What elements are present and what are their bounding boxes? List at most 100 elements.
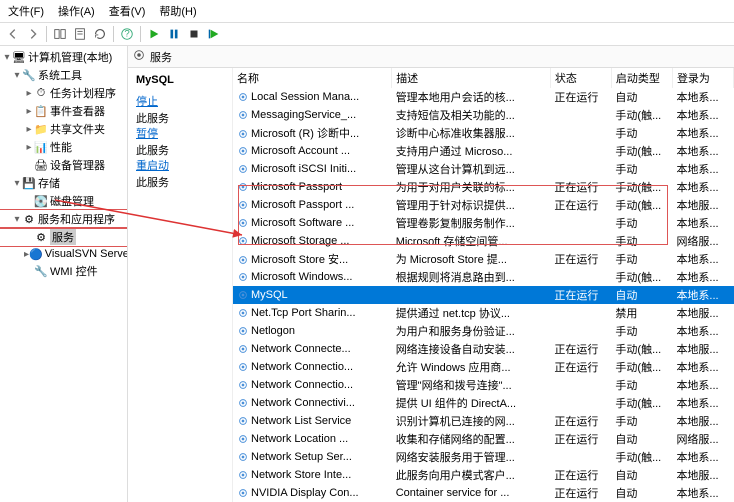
tree-systools[interactable]: ▾🔧系统工具 bbox=[0, 66, 127, 84]
tree-services[interactable]: ⚙服务 bbox=[0, 228, 127, 246]
gear-icon bbox=[237, 128, 249, 140]
col-status[interactable]: 状态 bbox=[550, 68, 611, 88]
tree-wmi[interactable]: 🔧WMI 控件 bbox=[0, 262, 127, 280]
perf-icon: 📊 bbox=[34, 140, 48, 154]
properties-button[interactable] bbox=[71, 25, 89, 43]
folder-icon: 📁 bbox=[34, 122, 48, 136]
menu-action[interactable]: 操作(A) bbox=[58, 3, 95, 19]
menu-view[interactable]: 查看(V) bbox=[109, 3, 146, 19]
services-icon bbox=[132, 48, 146, 65]
table-row[interactable]: Network Connectivi...提供 UI 组件的 DirectA..… bbox=[233, 394, 734, 412]
gear-icon: ⚙ bbox=[22, 212, 36, 226]
table-row[interactable]: NVIDIA Display Con...Container service f… bbox=[233, 484, 734, 502]
menu-file[interactable]: 文件(F) bbox=[8, 3, 44, 19]
tree-devmgr[interactable]: 🖨设备管理器 bbox=[0, 156, 127, 174]
forward-button[interactable] bbox=[24, 25, 42, 43]
event-icon: 📋 bbox=[34, 104, 48, 118]
storage-icon: 💾 bbox=[22, 176, 36, 190]
tree-root[interactable]: ▾🖥计算机管理(本地) bbox=[0, 48, 127, 66]
help-button[interactable]: ? bbox=[118, 25, 136, 43]
pause-link[interactable]: 暂停 bbox=[136, 126, 224, 142]
gear-icon bbox=[237, 145, 249, 157]
table-row[interactable]: Network Connectio...管理"网络和拨号连接"...手动本地系.… bbox=[233, 376, 734, 394]
gear-icon bbox=[237, 163, 249, 175]
gear-icon bbox=[237, 289, 249, 301]
table-row[interactable]: MySQL正在运行自动本地系... bbox=[233, 286, 734, 304]
gear-icon bbox=[237, 361, 249, 373]
tree-servicesapps[interactable]: ▾⚙服务和应用程序 bbox=[0, 210, 127, 228]
toolbar: ? bbox=[0, 23, 734, 46]
start-button[interactable] bbox=[145, 25, 163, 43]
gear-icon bbox=[237, 91, 249, 103]
gear-icon bbox=[237, 451, 249, 463]
stop-button[interactable] bbox=[185, 25, 203, 43]
gear-icon bbox=[237, 307, 249, 319]
gear-icon bbox=[237, 235, 249, 247]
services-table[interactable]: 名称 描述 状态 启动类型 登录为 Local Session Mana...管… bbox=[233, 68, 734, 502]
gear-icon bbox=[237, 109, 249, 121]
menu-help[interactable]: 帮助(H) bbox=[159, 3, 196, 19]
device-icon: 🖨 bbox=[34, 158, 48, 172]
gear-icon bbox=[237, 271, 249, 283]
table-row[interactable]: Net.Tcp Port Sharin...提供通过 net.tcp 协议...… bbox=[233, 304, 734, 322]
gear-icon bbox=[237, 199, 249, 211]
gear-icon bbox=[237, 325, 249, 337]
table-row[interactable]: Microsoft Windows...根据规则将消息路由到...手动(触...… bbox=[233, 268, 734, 286]
computer-icon: 🖥 bbox=[12, 50, 26, 64]
selected-service-name: MySQL bbox=[136, 74, 224, 86]
disk-icon: 💽 bbox=[34, 194, 48, 208]
gear-icon bbox=[237, 181, 249, 193]
table-row[interactable]: MessagingService_...支持短信及相关功能的...手动(触...… bbox=[233, 106, 734, 124]
gear-icon bbox=[237, 343, 249, 355]
tree-scheduler[interactable]: ▸⏱任务计划程序 bbox=[0, 84, 127, 102]
gear-icon bbox=[237, 217, 249, 229]
gear-icon bbox=[237, 415, 249, 427]
table-row[interactable]: Microsoft Software ...管理卷影复制服务制作...手动本地系… bbox=[233, 214, 734, 232]
tree-diskmgmt[interactable]: 💽磁盘管理 bbox=[0, 192, 127, 210]
navigation-tree: ▾🖥计算机管理(本地) ▾🔧系统工具 ▸⏱任务计划程序 ▸📋事件查看器 ▸📁共享… bbox=[0, 46, 128, 502]
tools-icon: 🔧 bbox=[22, 68, 36, 82]
tree-storage[interactable]: ▾💾存储 bbox=[0, 174, 127, 192]
table-row[interactable]: Network Store Inte...此服务向用户模式客户...正在运行自动… bbox=[233, 466, 734, 484]
col-desc[interactable]: 描述 bbox=[392, 68, 551, 88]
col-startup[interactable]: 启动类型 bbox=[611, 68, 672, 88]
svn-icon: 🔵 bbox=[29, 247, 43, 261]
table-row[interactable]: Microsoft Storage ...Microsoft 存储空间管...手… bbox=[233, 232, 734, 250]
restart-link[interactable]: 重启动 bbox=[136, 158, 224, 174]
content-title: 服务 bbox=[150, 49, 172, 65]
table-row[interactable]: Network Location ...收集和存储网络的配置...正在运行自动网… bbox=[233, 430, 734, 448]
stop-link[interactable]: 停止 bbox=[136, 94, 224, 110]
tree-visualsvn[interactable]: ▸🔵VisualSVN Server bbox=[0, 246, 127, 262]
table-row[interactable]: Network List Service识别计算机已连接的网...正在运行手动本… bbox=[233, 412, 734, 430]
menu-bar: 文件(F) 操作(A) 查看(V) 帮助(H) bbox=[0, 0, 734, 23]
tree-sharedfolders[interactable]: ▸📁共享文件夹 bbox=[0, 120, 127, 138]
gear-icon bbox=[237, 487, 249, 499]
table-row[interactable]: Network Connecte...网络连接设备自动安装...正在运行手动(触… bbox=[233, 340, 734, 358]
tree-performance[interactable]: ▸📊性能 bbox=[0, 138, 127, 156]
table-row[interactable]: Netlogon为用户和服务身份验证...手动本地系... bbox=[233, 322, 734, 340]
clock-icon: ⏱ bbox=[34, 86, 48, 100]
table-row[interactable]: Microsoft iSCSI Initi...管理从这台计算机到远...手动本… bbox=[233, 160, 734, 178]
restart-button[interactable] bbox=[205, 25, 223, 43]
table-row[interactable]: Microsoft (R) 诊断中...诊断中心标准收集器服...手动本地系..… bbox=[233, 124, 734, 142]
table-row[interactable]: Microsoft Passport ...管理用于针对标识提供...正在运行手… bbox=[233, 196, 734, 214]
pause-button[interactable] bbox=[165, 25, 183, 43]
table-row[interactable]: Network Connectio...允许 Windows 应用商...正在运… bbox=[233, 358, 734, 376]
show-hide-button[interactable] bbox=[51, 25, 69, 43]
services-icon: ⚙ bbox=[34, 230, 48, 244]
table-row[interactable]: Microsoft Store 安...为 Microsoft Store 提.… bbox=[233, 250, 734, 268]
col-name[interactable]: 名称 bbox=[233, 68, 392, 88]
table-row[interactable]: Network Setup Ser...网络安装服务用于管理...手动(触...… bbox=[233, 448, 734, 466]
svg-text:?: ? bbox=[124, 29, 129, 40]
gear-icon bbox=[237, 433, 249, 445]
gear-icon bbox=[237, 379, 249, 391]
table-row[interactable]: Local Session Mana...管理本地用户会话的核...正在运行自动… bbox=[233, 88, 734, 106]
gear-icon bbox=[237, 469, 249, 481]
refresh-button[interactable] bbox=[91, 25, 109, 43]
table-row[interactable]: Microsoft Account ...支持用户通过 Microso...手动… bbox=[233, 142, 734, 160]
gear-icon bbox=[237, 254, 249, 266]
back-button[interactable] bbox=[4, 25, 22, 43]
col-logon[interactable]: 登录为 bbox=[672, 68, 733, 88]
table-row[interactable]: Microsoft Passport为用于对用户关联的标...正在运行手动(触.… bbox=[233, 178, 734, 196]
tree-eventviewer[interactable]: ▸📋事件查看器 bbox=[0, 102, 127, 120]
